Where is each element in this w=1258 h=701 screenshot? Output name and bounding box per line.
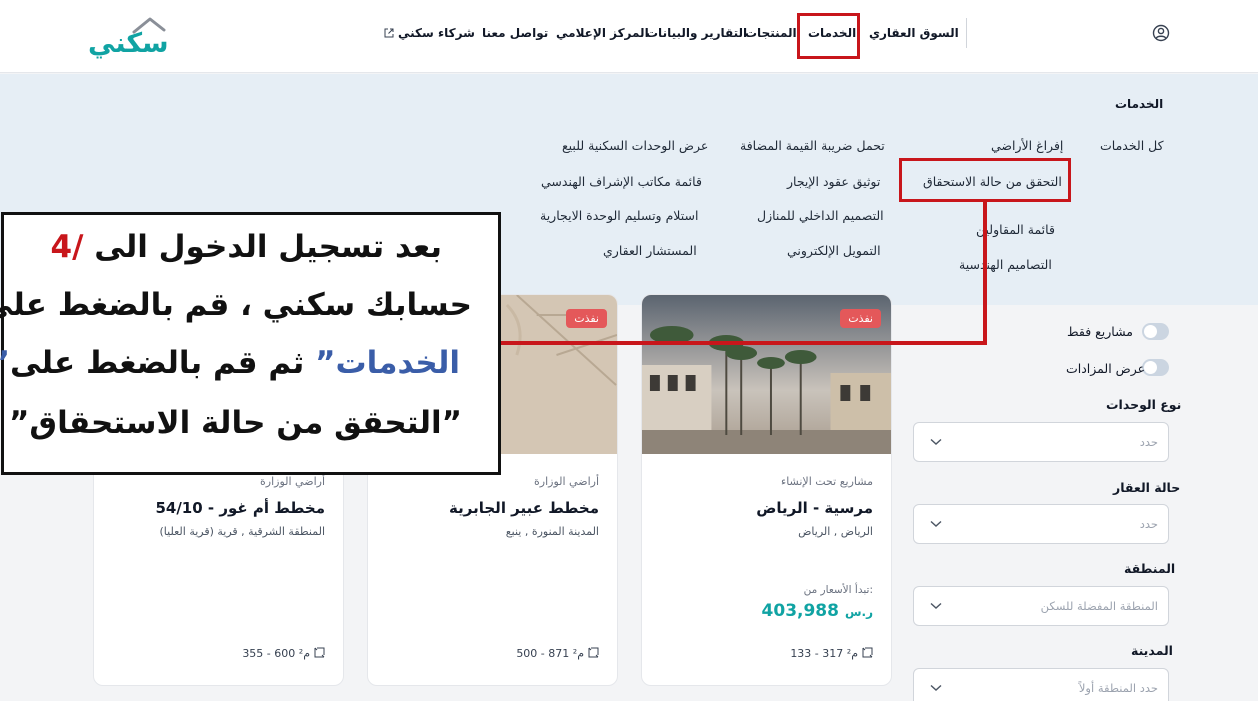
property-status-label: حالة العقار bbox=[1113, 480, 1181, 495]
card-price: 403,988 ر.س bbox=[762, 601, 873, 621]
sakani-logo[interactable]: سكني bbox=[88, 14, 170, 59]
card-category: مشاريع تحت الإنشاء bbox=[781, 475, 873, 488]
price-currency: ر.س bbox=[844, 605, 873, 619]
menu-real-estate-advisor[interactable]: المستشار العقاري bbox=[603, 243, 697, 258]
logo-text: سكني bbox=[88, 28, 170, 59]
nav-products[interactable]: المنتجات bbox=[745, 26, 797, 40]
menu-contractors-list[interactable]: قائمة المقاولين bbox=[976, 222, 1055, 237]
annotation-connector-vertical bbox=[983, 200, 987, 344]
city-label: المدينة bbox=[1131, 643, 1173, 658]
card-location: الرياض , الرياض bbox=[798, 525, 873, 538]
area-measure-icon bbox=[588, 647, 599, 658]
region-select[interactable]: المنطقة المفضلة للسكن bbox=[913, 586, 1169, 626]
menu-title: الخدمات bbox=[1115, 97, 1164, 111]
nav-divider bbox=[966, 18, 967, 48]
city-placeholder: حدد المنطقة أولاً bbox=[1078, 681, 1158, 695]
projects-only-label: مشاريع فقط bbox=[1067, 324, 1133, 339]
project-card[interactable]: نفذت مشاريع تحت الإنشاء مرسية - الرياض ا… bbox=[641, 294, 892, 686]
menu-interior-design[interactable]: التصميم الداخلي للمنازل bbox=[757, 208, 884, 223]
eligibility-highlight-box bbox=[899, 158, 1071, 202]
annotation-eligibility-quote: ”التحقق من حالة الاستحقاق” bbox=[8, 405, 462, 441]
sold-out-badge: نفذت bbox=[566, 309, 607, 328]
annotation-connector-horizontal bbox=[500, 341, 987, 345]
menu-e-financing[interactable]: التمويل الإلكتروني bbox=[787, 243, 881, 258]
annotation-line-3-text: ثم قم بالضغط على bbox=[10, 345, 305, 381]
city-select[interactable]: حدد المنطقة أولاً bbox=[913, 668, 1169, 701]
area-value: 355 - 600 م² bbox=[242, 647, 310, 660]
tutorial-annotation-box: 4/ بعد تسجيل الدخول الى حسابك سكني ، قم … bbox=[0, 212, 501, 475]
nav-partners-label: شركاء سكني bbox=[398, 26, 475, 40]
show-auctions-toggle[interactable] bbox=[1142, 359, 1169, 376]
card-title: مخطط أم غور - 54/10 bbox=[155, 499, 325, 517]
region-placeholder: المنطقة المفضلة للسكن bbox=[1040, 599, 1158, 613]
card-title: مخطط عبير الجابرية bbox=[449, 499, 599, 517]
menu-vat-coverage[interactable]: تحمل ضريبة القيمة المضافة bbox=[740, 138, 885, 153]
show-auctions-label: عرض المزادات bbox=[1066, 361, 1146, 376]
menu-engineering-designs[interactable]: التصاميم الهندسية bbox=[959, 257, 1052, 272]
annotation-line-1-text: بعد تسجيل الدخول الى bbox=[94, 229, 442, 265]
card-area: 355 - 600 م² bbox=[242, 647, 325, 660]
nav-partners[interactable]: شركاء سكني bbox=[384, 26, 475, 40]
user-circle-icon[interactable] bbox=[1152, 24, 1170, 42]
step-number: 4/ bbox=[50, 229, 84, 265]
menu-rental-unit-handover[interactable]: استلام وتسليم الوحدة الايجارية bbox=[540, 208, 698, 223]
chevron-down-icon bbox=[930, 520, 942, 527]
card-title: مرسية - الرياض bbox=[756, 499, 873, 517]
chevron-down-icon bbox=[930, 438, 942, 445]
price-value: 403,988 bbox=[761, 601, 839, 621]
area-measure-icon bbox=[314, 647, 325, 658]
unit-type-placeholder: حدد bbox=[1139, 435, 1158, 449]
external-link-icon bbox=[384, 28, 394, 38]
annotation-line-3: ”الخدمات” ثم قم بالضغط على bbox=[0, 345, 460, 381]
menu-all-services[interactable]: كل الخدمات bbox=[1100, 138, 1164, 153]
chevron-down-icon bbox=[930, 602, 942, 609]
card-location: المدينة المنورة , ينبع bbox=[505, 525, 599, 538]
nav-reports[interactable]: التقارير والبيانات bbox=[646, 26, 747, 40]
top-header: سكني شركاء سكني تواصل معنا المركز الإعلا… bbox=[0, 0, 1258, 73]
menu-units-for-sale[interactable]: عرض الوحدات السكنية للبيع bbox=[562, 138, 708, 153]
card-price-from-label: تبدأ الأسعار من: bbox=[803, 584, 873, 596]
card-location: المنطقة الشرقية , قرية (قرية العليا) bbox=[159, 525, 326, 538]
annotation-line-2: حسابك سكني ، قم بالضغط على bbox=[0, 287, 472, 323]
property-status-select[interactable]: حدد bbox=[913, 504, 1169, 544]
services-highlight-box bbox=[797, 13, 860, 59]
area-value: 133 - 317 م² bbox=[790, 647, 858, 660]
unit-type-select[interactable]: حدد bbox=[913, 422, 1169, 462]
card-category: أراضي الوزارة bbox=[534, 475, 599, 488]
menu-lease-documentation[interactable]: توثيق عقود الإيجار bbox=[787, 174, 880, 189]
card-area: 500 - 871 م² bbox=[516, 647, 599, 660]
sold-out-badge: نفذت bbox=[840, 309, 881, 328]
nav-contact[interactable]: تواصل معنا bbox=[482, 26, 548, 40]
chevron-down-icon bbox=[930, 684, 942, 691]
nav-real-estate-market[interactable]: السوق العقاري bbox=[869, 26, 959, 40]
card-category: أراضي الوزارة bbox=[260, 475, 325, 488]
annotation-line-1: 4/ بعد تسجيل الدخول الى bbox=[51, 229, 442, 265]
menu-supervision-offices[interactable]: قائمة مكاتب الإشراف الهندسي bbox=[541, 174, 702, 189]
area-measure-icon bbox=[862, 647, 873, 658]
card-area: 133 - 317 م² bbox=[790, 647, 873, 660]
projects-only-toggle[interactable] bbox=[1142, 323, 1169, 340]
property-status-placeholder: حدد bbox=[1139, 517, 1158, 531]
menu-land-transfer[interactable]: إفراغ الأراضي bbox=[991, 138, 1063, 153]
area-value: 500 - 871 م² bbox=[516, 647, 584, 660]
nav-media-center[interactable]: المركز الإعلامي bbox=[556, 26, 649, 40]
region-label: المنطقة bbox=[1124, 561, 1176, 576]
unit-type-label: نوع الوحدات bbox=[1106, 397, 1182, 412]
